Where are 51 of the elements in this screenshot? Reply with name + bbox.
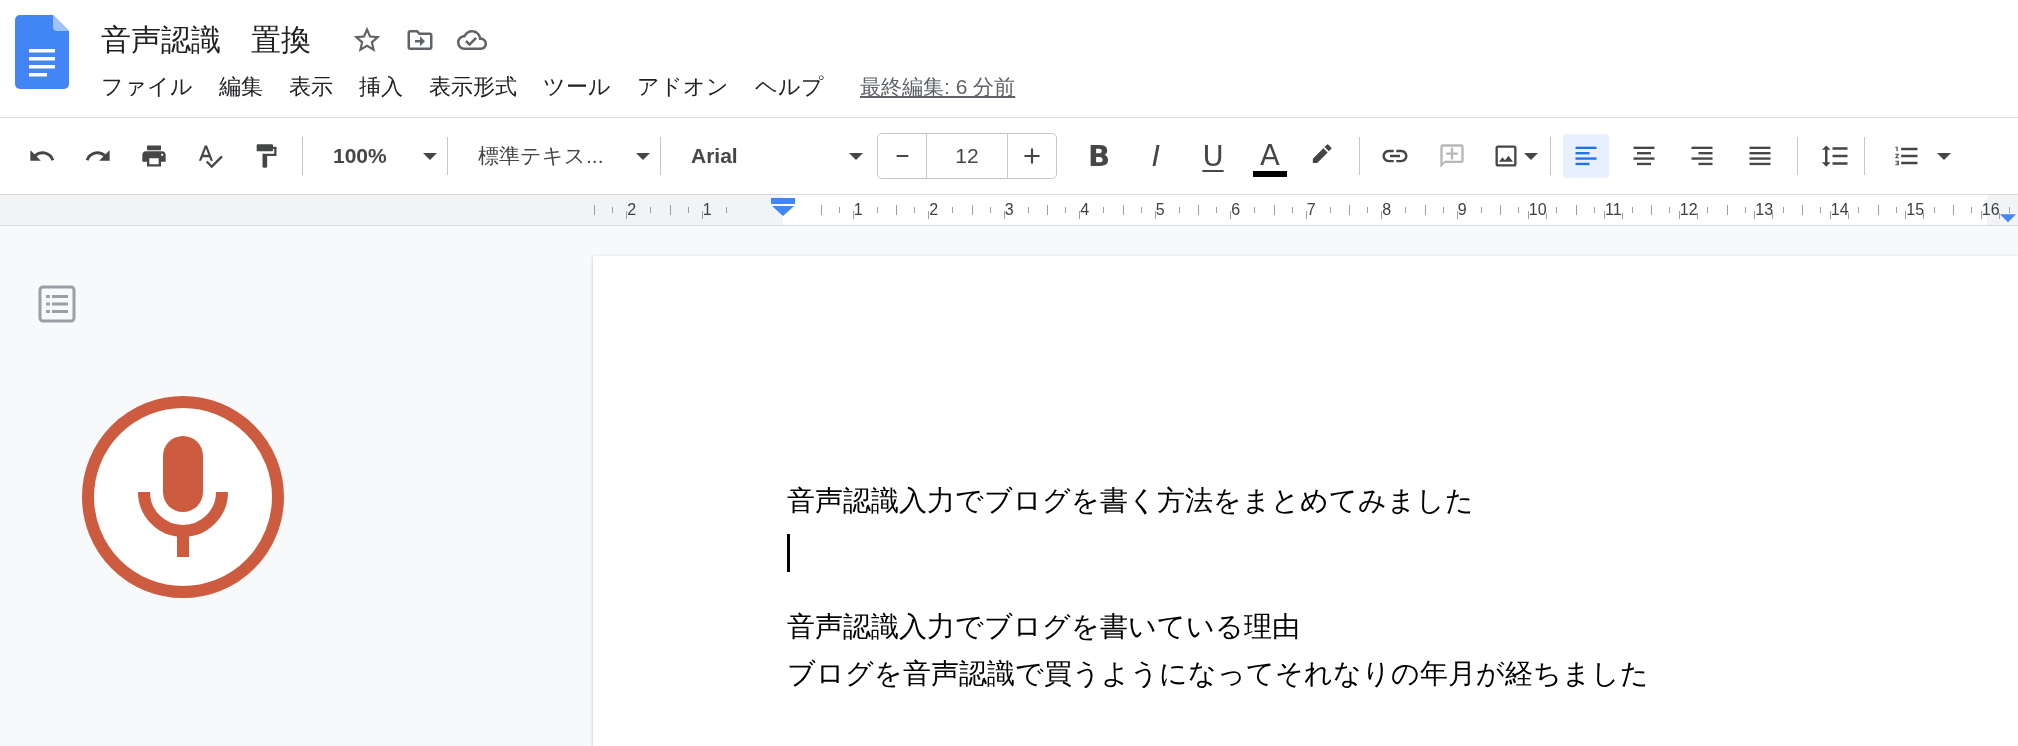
caret-icon[interactable]	[1937, 152, 1951, 160]
ruler-number: 2	[626, 201, 638, 219]
ruler-number: 14	[1829, 201, 1850, 219]
document-icon[interactable]	[15, 15, 69, 89]
font-size-field[interactable]: 12	[926, 134, 1008, 178]
document-title[interactable]: 音声認識 置換	[101, 19, 311, 61]
ruler-number: 3	[1003, 201, 1015, 219]
last-edit-link[interactable]: 最終編集: 6 分前	[860, 73, 1016, 101]
caret-icon	[636, 152, 650, 160]
caret-icon	[849, 152, 863, 160]
ruler-number: 6	[1230, 201, 1242, 219]
menu-item[interactable]: ヘルプ	[755, 72, 824, 102]
menu-item[interactable]: 表示形式	[429, 72, 517, 102]
ruler-number: 7	[1305, 201, 1317, 219]
ruler-number: 5	[1154, 201, 1166, 219]
caret-icon	[423, 152, 437, 160]
paragraph: 音声認識入力でブログを書く方法をまとめてみました	[787, 484, 1475, 518]
paragraph: 音声認識入力でブログを書いている理由	[787, 610, 1301, 644]
ruler-number: 12	[1678, 201, 1699, 219]
microphone-button[interactable]	[82, 396, 284, 598]
right-indent-marker-icon[interactable]	[2000, 214, 2016, 223]
zoom-dropdown[interactable]: 100%	[319, 134, 437, 178]
ruler-number: 11	[1603, 201, 1623, 219]
ruler-number: 1	[701, 201, 713, 219]
indent-marker-icon[interactable]	[770, 195, 795, 217]
text-color-button[interactable]: A	[1250, 135, 1290, 175]
menu-item[interactable]: 挿入	[359, 72, 403, 102]
bold-button[interactable]: B	[1079, 136, 1119, 176]
ruler-number: 10	[1527, 201, 1548, 219]
ruler-number: 9	[1456, 201, 1468, 219]
menu-item[interactable]: アドオン	[637, 72, 729, 102]
align-left-button[interactable]	[1563, 134, 1609, 178]
font-dropdown[interactable]: Arial	[677, 134, 863, 178]
menu-item[interactable]: ツール	[543, 72, 611, 102]
ruler-number: 13	[1754, 201, 1775, 219]
text-cursor	[787, 533, 790, 572]
italic-button[interactable]: I	[1136, 136, 1176, 176]
menu-item[interactable]: ファイル	[101, 72, 193, 102]
menu-item[interactable]: 表示	[289, 72, 333, 102]
ruler-number: 4	[1079, 201, 1091, 219]
ruler-number: 16	[1980, 201, 2001, 219]
style-dropdown[interactable]: 標準テキス...	[464, 134, 650, 178]
caret-icon[interactable]	[1524, 152, 1538, 160]
paragraph: ブログを音声認識で買うようになってそれなりの年月が経ちました	[787, 657, 1650, 691]
ruler-number: 15	[1905, 201, 1926, 219]
underline-button[interactable]: U	[1193, 136, 1233, 176]
menu-item[interactable]: 編集	[219, 72, 263, 102]
ruler-number: 8	[1381, 201, 1393, 219]
ruler-number: 1	[852, 201, 864, 219]
minus-icon	[895, 155, 909, 157]
ruler-number: 2	[928, 201, 940, 219]
